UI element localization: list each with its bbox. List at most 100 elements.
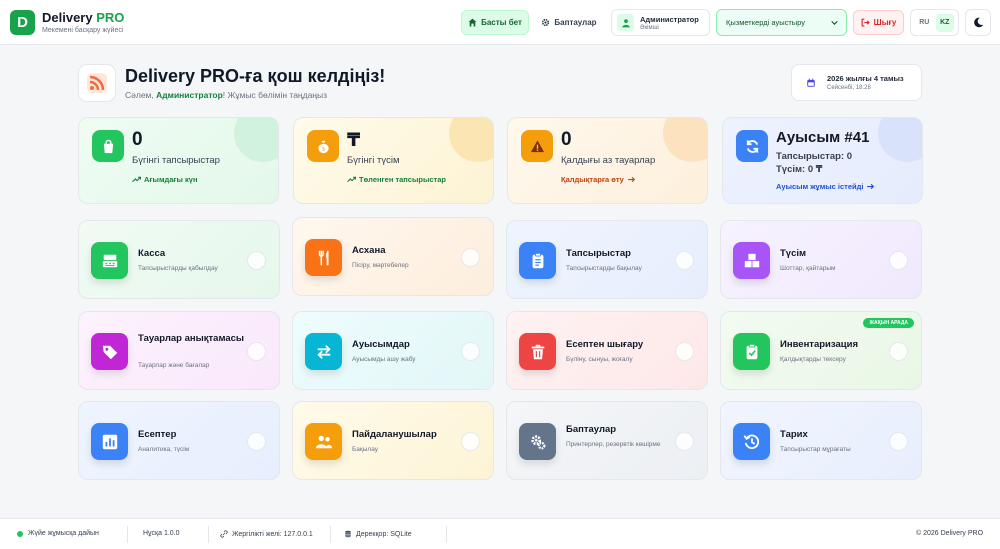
tile-reports[interactable]: Есептер Аналитика, түсім <box>78 401 280 480</box>
logout-button-label: Шығу <box>873 18 897 27</box>
home-button-label: Басты бет <box>481 18 522 27</box>
brand[interactable]: D Delivery PRO Мекемені басқару жүйесі <box>10 9 124 35</box>
low-stock-count: 0 <box>561 129 572 150</box>
tile-title: Инвентаризация <box>780 339 858 350</box>
settings-button[interactable]: Баптаулар <box>536 10 602 35</box>
tile-open-indicator <box>461 342 480 361</box>
tile-kitchen[interactable]: Асхана Пісіру, мәртебелер <box>292 217 494 296</box>
low-stock-link[interactable]: Қалдықтарға өту <box>561 175 636 184</box>
staff-switch-select[interactable]: Қызметкерді ауыстыру <box>716 9 847 36</box>
database-icon <box>345 530 351 538</box>
svg-text:$: $ <box>321 146 325 152</box>
user-name: Администратор <box>640 14 699 24</box>
footer-network: Жергілікті желі: 127.0.0.1 <box>220 530 313 538</box>
trash-icon <box>519 333 556 370</box>
tile-orders[interactable]: Тапсырыстар Тапсырыстарды бақылау <box>506 220 708 299</box>
footer-status: Жүйе жұмысқа дайын <box>17 530 99 537</box>
brand-subtitle: Мекемені басқару жүйесі <box>42 27 124 34</box>
lang-kz-button[interactable]: KZ <box>935 13 954 32</box>
tile-inventory[interactable]: ЖАҚЫН АРАДА Инвентаризация Қалдықтарды т… <box>720 311 922 390</box>
revenue-label: Бүгінгі түсім <box>347 155 400 166</box>
tile-users[interactable]: Пайдаланушылар Бақылау <box>292 401 494 480</box>
tile-title: Есептен шығару <box>566 339 644 350</box>
shift-link-label: Ауысым жұмыс істейді <box>776 182 864 191</box>
footer-copyright: © 2026 Delivery PRO <box>916 530 984 537</box>
orders-link-label: Ағымдағы күн <box>144 175 198 184</box>
tile-history[interactable]: Тарих Тапсырыстар мұрағаты <box>720 401 922 480</box>
fork-knife-icon <box>305 239 342 276</box>
lang-ru-button[interactable]: RU <box>915 14 933 32</box>
footer-divider <box>446 526 447 543</box>
home-icon <box>468 18 477 27</box>
shift-revenue: Түсім: 0 ₸ <box>776 164 823 175</box>
trending-up-icon <box>347 176 356 183</box>
current-date: 2026 жылғы 4 тамыз <box>827 74 904 83</box>
tile-subtitle: Пісіру, мәртебелер <box>352 262 409 269</box>
stat-card-orders[interactable]: 0 Бүгінгі тапсырыстар Ағымдағы күн <box>78 117 279 204</box>
footer-database: Дерекқор: SQLite <box>344 530 412 538</box>
stat-card-low-stock[interactable]: 0 Қалдығы аз тауарлар Қалдықтарға өту <box>507 117 708 204</box>
tag-icon <box>91 333 128 370</box>
logout-button[interactable]: Шығу <box>853 10 904 35</box>
tile-subtitle: Бүліну, сынуы, жоғалу <box>566 356 633 363</box>
tile-subtitle: Қалдықтарды тексеру <box>780 356 846 363</box>
tile-cashier[interactable]: Касса Тапсырыстарды қабылдау <box>78 220 280 299</box>
tile-open-indicator <box>675 251 694 270</box>
tile-title: Тапсырыстар <box>566 248 631 259</box>
tile-open-indicator <box>889 432 908 451</box>
tile-open-indicator <box>461 432 480 451</box>
tile-subtitle: Тауарлар және бағалар <box>138 362 210 369</box>
tile-open-indicator <box>461 248 480 267</box>
decor-blob <box>663 118 707 162</box>
gears-icon <box>519 423 556 460</box>
swap-arrows-icon <box>305 333 342 370</box>
tile-open-indicator <box>675 342 694 361</box>
footer-database-text: Дерекқор: SQLite <box>356 530 412 538</box>
user-profile[interactable]: Администратор Әкімші <box>611 9 710 36</box>
bar-chart-icon <box>91 423 128 460</box>
decor-blob <box>878 118 922 162</box>
footer-network-text: Жергілікті желі: 127.0.0.1 <box>232 530 313 538</box>
shift-link[interactable]: Ауысым жұмыс істейді <box>776 182 875 191</box>
theme-toggle-button[interactable] <box>965 9 991 36</box>
status-dot <box>17 530 23 537</box>
history-icon <box>733 423 770 460</box>
low-stock-link-label: Қалдықтарға өту <box>561 175 624 184</box>
tile-title: Асхана <box>352 245 386 256</box>
tile-subtitle: Ауысымды ашу жабу <box>352 356 416 363</box>
tile-subtitle: Тапсырыстарды бақылау <box>566 265 642 272</box>
tile-subtitle: Принтерлер, резервтік көшірме <box>566 441 661 448</box>
boxes-icon <box>733 242 770 279</box>
greeting-user: Администратор <box>156 90 223 100</box>
tile-shifts[interactable]: Ауысымдар Ауысымды ашу жабу <box>292 311 494 390</box>
gear-icon <box>542 18 550 27</box>
welcome-subtitle: Сәлем, Администратор! Жұмыс бөлімін таңд… <box>125 90 327 100</box>
greeting-suffix: ! Жұмыс бөлімін таңдаңыз <box>222 90 328 100</box>
orders-link[interactable]: Ағымдағы күн <box>132 175 198 184</box>
arrow-right-icon <box>867 183 875 190</box>
revenue-link[interactable]: Төленген тапсырыстар <box>347 175 446 184</box>
stat-card-revenue[interactable]: $ ₸ Бүгінгі түсім Төленген тапсырыстар <box>293 117 494 204</box>
stat-card-shift[interactable]: Ауысым #41 Тапсырыстар: 0 Түсім: 0 ₸ Ауы… <box>722 117 923 204</box>
tile-title: Касса <box>138 248 166 259</box>
tile-title: Ауысымдар <box>352 339 410 350</box>
tile-title: Тауарлар анықтамасы <box>138 333 245 344</box>
tile-open-indicator <box>889 251 908 270</box>
decor-blob <box>234 118 278 162</box>
tile-products[interactable]: Тауарлар анықтамасы Тауарлар және бағала… <box>78 311 280 390</box>
tile-write-off[interactable]: Есептен шығару Бүліну, сынуы, жоғалу <box>506 311 708 390</box>
tile-settings[interactable]: Баптаулар Принтерлер, резервтік көшірме <box>506 401 708 480</box>
status-bar: Жүйе жұмысқа дайын Нұсқа 1.0.0 Жергілікт… <box>0 518 1000 549</box>
tile-subtitle: Шоттар, қайтарым <box>780 265 836 272</box>
home-button[interactable]: Басты бет <box>461 10 529 35</box>
orders-label: Бүгінгі тапсырыстар <box>132 155 220 166</box>
tile-open-indicator <box>247 251 266 270</box>
brand-logo: D <box>10 9 35 35</box>
tile-title: Баптаулар <box>566 424 617 435</box>
tile-title: Пайдаланушылар <box>352 429 437 440</box>
tile-revenue[interactable]: Түсім Шоттар, қайтарым <box>720 220 922 299</box>
money-bag-icon: $ <box>307 130 339 162</box>
shopping-bag-icon <box>92 130 124 162</box>
coming-soon-badge: ЖАҚЫН АРАДА <box>863 318 914 328</box>
warning-icon <box>521 130 553 162</box>
